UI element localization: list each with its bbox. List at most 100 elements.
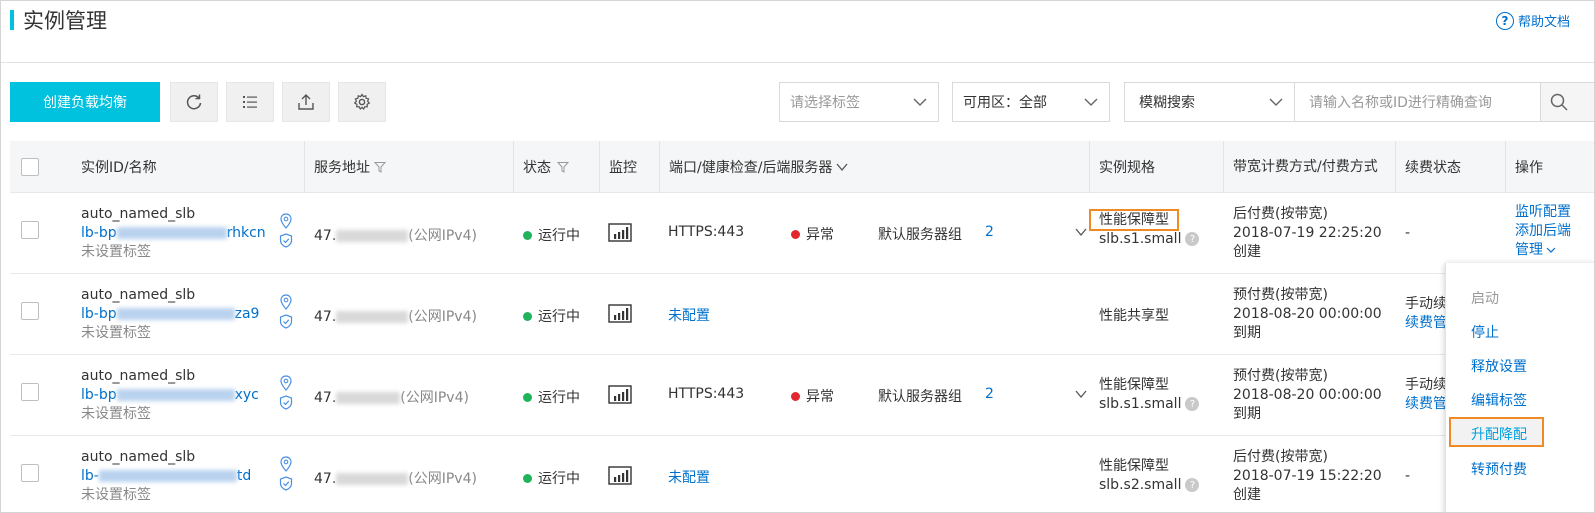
row-checkbox-cell[interactable] — [21, 464, 39, 482]
expand-chevron-icon[interactable] — [1074, 225, 1088, 239]
location-icon[interactable] — [279, 294, 293, 310]
instance-id-prefix: lb-bp — [81, 387, 117, 403]
billing-time: 2018-07-19 15:22:20 — [1233, 468, 1382, 484]
row-checkbox-cell[interactable] — [21, 383, 39, 401]
spec-type: 性能保障型 — [1099, 458, 1169, 474]
menu-item-stop[interactable]: 停止 — [1471, 322, 1499, 342]
instance-id-link[interactable]: lb-bp rhkcn — [81, 224, 266, 243]
monitor-chart-icon[interactable] — [608, 385, 632, 404]
refresh-button[interactable] — [170, 82, 218, 122]
instance-side-icons — [279, 456, 293, 491]
instance-name: auto_named_slb — [81, 368, 196, 384]
health-status: 异常 — [791, 386, 834, 406]
monitor-chart-icon[interactable] — [608, 466, 632, 485]
billing-info: 后付费(按带宽) 2018-07-19 15:22:20 创建 — [1233, 448, 1382, 505]
select-all-checkbox[interactable] — [21, 158, 39, 176]
search-input[interactable]: 请输入名称或ID进行精确查询 — [1295, 82, 1541, 122]
menu-item-release-settings[interactable]: 释放设置 — [1471, 356, 1527, 376]
column-header-status-label: 状态 — [523, 160, 551, 176]
row-checkbox[interactable] — [21, 221, 39, 239]
billing-info: 预付费(按带宽) 2018-08-20 00:00:00 到期 — [1233, 367, 1382, 424]
row-checkbox[interactable] — [21, 464, 39, 482]
instance-side-icons — [279, 294, 293, 329]
shield-icon[interactable] — [279, 314, 293, 329]
search-button[interactable] — [1541, 82, 1594, 122]
health-status: 异常 — [791, 224, 834, 244]
redacted-ip — [336, 473, 409, 485]
health-text: 异常 — [806, 389, 834, 405]
row-checkbox-cell[interactable] — [21, 302, 39, 320]
monitor-chart-icon[interactable] — [608, 223, 632, 242]
help-question-icon[interactable]: ? — [1185, 478, 1200, 492]
search-placeholder: 请输入名称或ID进行精确查询 — [1309, 95, 1492, 111]
service-address: 47. (公网IPv4) — [314, 306, 477, 326]
help-question-icon[interactable]: ? — [1185, 397, 1200, 411]
status-badge: 运行中 — [523, 306, 580, 326]
instance-tag: 未设置标签 — [81, 406, 151, 422]
column-divider — [1395, 141, 1396, 193]
address-type: (公网IPv4) — [400, 390, 469, 406]
error-dot — [791, 391, 800, 401]
renew-status: - — [1405, 468, 1411, 484]
location-icon[interactable] — [279, 213, 293, 229]
status-text: 运行中 — [538, 228, 580, 244]
instance-id-link[interactable]: lb-td — [81, 467, 251, 486]
instance-spec: 性能保障型 slb.s1.small? — [1089, 209, 1200, 249]
manage-label: 管理 — [1515, 242, 1543, 258]
billing-note: 到期 — [1233, 325, 1261, 341]
redacted-id — [116, 308, 235, 320]
help-link[interactable]: ? 帮助文档 — [1496, 11, 1570, 30]
unconfigured-link[interactable]: 未配置 — [668, 305, 710, 325]
monitor-chart-icon[interactable] — [608, 304, 632, 323]
renew-manage-link[interactable]: 续费管 — [1405, 395, 1447, 414]
shield-icon[interactable] — [279, 395, 293, 410]
renew-manage-link[interactable]: 续费管 — [1405, 314, 1447, 333]
expand-chevron-icon[interactable] — [1074, 387, 1088, 401]
address-type: (公网IPv4) — [408, 228, 477, 244]
title-accent-bar — [10, 10, 14, 30]
row-checkbox[interactable] — [21, 383, 39, 401]
chevron-down-icon — [1546, 247, 1556, 253]
location-icon[interactable] — [279, 375, 293, 391]
table-row: auto_named_slb lb-bp xyc 未设置标签 47. (公网IPv4… — [10, 355, 1594, 436]
row-checkbox-cell[interactable] — [21, 221, 39, 239]
manage-dropdown-trigger[interactable]: 管理 — [1515, 241, 1571, 260]
listener-config-link[interactable]: 监听配置 — [1515, 203, 1571, 222]
shield-icon[interactable] — [279, 233, 293, 248]
shield-icon[interactable] — [279, 476, 293, 491]
search-icon — [1550, 93, 1568, 111]
menu-item-start: 启动 — [1471, 291, 1499, 307]
tag-select[interactable]: 请选择标签 — [779, 82, 939, 122]
select-all-checkbox-cell[interactable] — [21, 141, 39, 193]
column-divider — [1223, 141, 1224, 193]
menu-item-change-spec[interactable]: 升配降配 — [1471, 424, 1527, 444]
location-icon[interactable] — [279, 456, 293, 472]
column-header-ports[interactable]: 端口/健康检查/后端服务器 — [669, 141, 849, 193]
list-view-button[interactable] — [226, 82, 274, 122]
help-question-icon[interactable]: ? — [1185, 232, 1200, 246]
filter-icon[interactable] — [374, 161, 386, 173]
menu-item-convert-prepaid[interactable]: 转预付费 — [1471, 459, 1527, 479]
instance-spec: 性能保障型 slb.s1.small? — [1099, 376, 1200, 414]
address-prefix: 47. — [314, 228, 337, 244]
billing-method: 后付费(按带宽) — [1233, 206, 1328, 222]
instance-side-icons — [279, 375, 293, 410]
filter-icon[interactable] — [557, 161, 569, 173]
server-group-count-link[interactable]: 2 — [985, 386, 994, 402]
billing-info: 后付费(按带宽) 2018-07-19 22:25:20 创建 — [1233, 205, 1382, 262]
instance-id-link[interactable]: lb-bp za9 — [81, 305, 259, 324]
spec-type: 性能共享型 — [1099, 308, 1169, 324]
zone-select[interactable]: 可用区：全部 — [952, 82, 1110, 122]
unconfigured-link[interactable]: 未配置 — [668, 467, 710, 487]
create-slb-button[interactable]: 创建负载均衡 — [10, 82, 160, 122]
instance-id-link[interactable]: lb-bp xyc — [81, 386, 259, 405]
menu-item-edit-tags[interactable]: 编辑标签 — [1471, 390, 1527, 410]
server-group-count-link[interactable]: 2 — [985, 224, 994, 240]
row-checkbox[interactable] — [21, 302, 39, 320]
table-row: auto_named_slb lb-bp za9 未设置标签 47. (公网IPv4… — [10, 274, 1594, 355]
add-backend-link[interactable]: 添加后端 — [1515, 222, 1571, 241]
search-mode-select[interactable]: 模糊搜索 — [1124, 82, 1295, 122]
export-button[interactable] — [282, 82, 330, 122]
column-header-address: 服务地址 — [314, 141, 386, 193]
settings-button[interactable] — [338, 82, 386, 122]
